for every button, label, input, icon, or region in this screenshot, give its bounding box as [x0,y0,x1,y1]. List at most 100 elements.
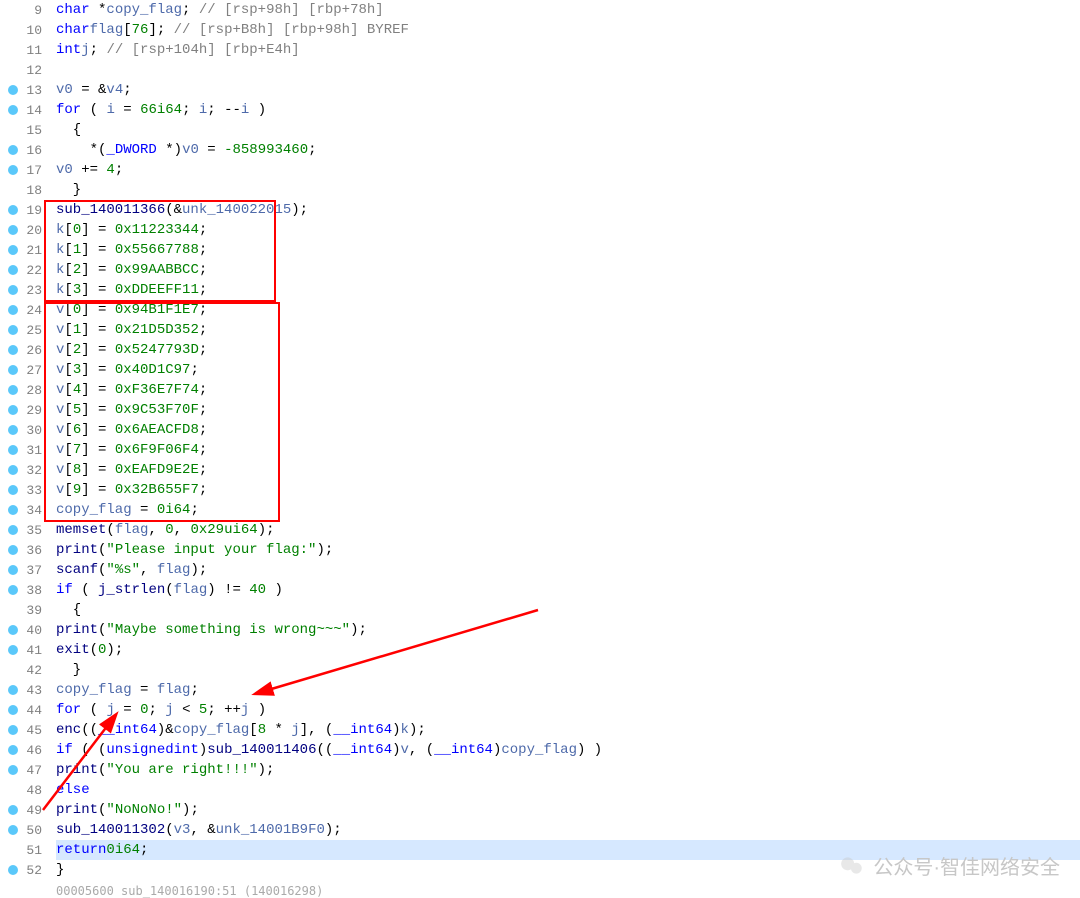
gutter-line[interactable]: 14 [0,100,48,120]
code-line[interactable]: exit(0); [56,640,1080,660]
gutter-line[interactable]: 10 [0,20,48,40]
code-line[interactable]: *(_DWORD *)v0 = -858993460; [56,140,1080,160]
gutter-line[interactable]: 28 [0,380,48,400]
breakpoint-dot[interactable] [8,425,18,435]
code-line[interactable]: copy_flag = flag; [56,680,1080,700]
code-line[interactable]: } [56,180,1080,200]
gutter-line[interactable]: 17 [0,160,48,180]
breakpoint-dot[interactable] [8,545,18,555]
breakpoint-dot[interactable] [8,625,18,635]
gutter-line[interactable]: 29 [0,400,48,420]
gutter-line[interactable]: 49 [0,800,48,820]
breakpoint-dot[interactable] [8,265,18,275]
code-line[interactable]: else [56,780,1080,800]
breakpoint-dot[interactable] [8,305,18,315]
code-line[interactable]: char flag[76]; // [rsp+B8h] [rbp+98h] BY… [56,20,1080,40]
code-line[interactable]: v[2] = 0x5247793D; [56,340,1080,360]
code-line[interactable]: print("Maybe something is wrong~~~"); [56,620,1080,640]
breakpoint-dot[interactable] [8,85,18,95]
gutter-line[interactable]: 12 [0,60,48,80]
code-line[interactable]: for ( i = 66i64; i; --i ) [56,100,1080,120]
gutter-line[interactable]: 15 [0,120,48,140]
gutter-line[interactable]: 32 [0,460,48,480]
breakpoint-dot[interactable] [8,585,18,595]
code-line[interactable]: v0 = &v4; [56,80,1080,100]
gutter-line[interactable]: 13 [0,80,48,100]
gutter-line[interactable]: 43 [0,680,48,700]
gutter-line[interactable]: 50 [0,820,48,840]
code-editor[interactable]: 9101112131415161718192021222324252627282… [0,0,1080,898]
breakpoint-dot[interactable] [8,145,18,155]
gutter-line[interactable]: 39 [0,600,48,620]
code-line[interactable]: sub_140011302(v3, &unk_14001B9F0); [56,820,1080,840]
breakpoint-dot[interactable] [8,505,18,515]
gutter-line[interactable]: 52 [0,860,48,880]
code-line[interactable]: k[3] = 0xDDEEFF11; [56,280,1080,300]
code-line[interactable]: v[6] = 0x6AEACFD8; [56,420,1080,440]
breakpoint-dot[interactable] [8,805,18,815]
gutter-line[interactable]: 48 [0,780,48,800]
gutter-line[interactable]: 11 [0,40,48,60]
gutter-line[interactable]: 25 [0,320,48,340]
breakpoint-dot[interactable] [8,825,18,835]
breakpoint-dot[interactable] [8,325,18,335]
code-line[interactable]: copy_flag = 0i64; [56,500,1080,520]
gutter-line[interactable]: 21 [0,240,48,260]
code-line[interactable]: { [56,600,1080,620]
gutter-line[interactable]: 35 [0,520,48,540]
gutter-line[interactable]: 24 [0,300,48,320]
breakpoint-dot[interactable] [8,705,18,715]
breakpoint-dot[interactable] [8,205,18,215]
gutter-line[interactable]: 19 [0,200,48,220]
code-line[interactable]: if ( j_strlen(flag) != 40 ) [56,580,1080,600]
code-line[interactable]: v[1] = 0x21D5D352; [56,320,1080,340]
breakpoint-dot[interactable] [8,745,18,755]
gutter-line[interactable]: 33 [0,480,48,500]
code-line[interactable]: v[3] = 0x40D1C97; [56,360,1080,380]
gutter-line[interactable]: 27 [0,360,48,380]
gutter-line[interactable]: 20 [0,220,48,240]
breakpoint-dot[interactable] [8,565,18,575]
gutter-line[interactable]: 23 [0,280,48,300]
code-line[interactable]: print("NoNoNo!"); [56,800,1080,820]
code-line[interactable]: v[9] = 0x32B655F7; [56,480,1080,500]
gutter-line[interactable]: 51 [0,840,48,860]
breakpoint-dot[interactable] [8,365,18,375]
breakpoint-dot[interactable] [8,105,18,115]
code-content[interactable]: char *copy_flag; // [rsp+98h] [rbp+78h] … [48,0,1080,898]
breakpoint-dot[interactable] [8,445,18,455]
code-line[interactable]: for ( j = 0; j < 5; ++j ) [56,700,1080,720]
gutter-line[interactable]: 31 [0,440,48,460]
gutter-line[interactable]: 41 [0,640,48,660]
gutter-line[interactable]: 36 [0,540,48,560]
code-line[interactable]: scanf("%s", flag); [56,560,1080,580]
gutter-line[interactable]: 46 [0,740,48,760]
breakpoint-dot[interactable] [8,765,18,775]
code-line[interactable]: print("Please input your flag:"); [56,540,1080,560]
code-line[interactable]: v[4] = 0xF36E7F74; [56,380,1080,400]
breakpoint-dot[interactable] [8,285,18,295]
code-line[interactable]: v[7] = 0x6F9F06F4; [56,440,1080,460]
gutter-line[interactable]: 44 [0,700,48,720]
gutter-line[interactable]: 22 [0,260,48,280]
code-line[interactable]: { [56,120,1080,140]
code-line[interactable]: sub_140011366(&unk_140022015); [56,200,1080,220]
gutter-line[interactable]: 26 [0,340,48,360]
code-line[interactable]: int j; // [rsp+104h] [rbp+E4h] [56,40,1080,60]
gutter-line[interactable]: 45 [0,720,48,740]
breakpoint-dot[interactable] [8,245,18,255]
code-line[interactable]: v[8] = 0xEAFD9E2E; [56,460,1080,480]
code-line[interactable]: memset(flag, 0, 0x29ui64); [56,520,1080,540]
breakpoint-dot[interactable] [8,225,18,235]
breakpoint-dot[interactable] [8,485,18,495]
code-line[interactable]: if ( (unsigned int)sub_140011406((__int6… [56,740,1080,760]
breakpoint-dot[interactable] [8,345,18,355]
code-line[interactable]: } [56,660,1080,680]
breakpoint-dot[interactable] [8,525,18,535]
gutter-line[interactable]: 18 [0,180,48,200]
gutter-line[interactable]: 37 [0,560,48,580]
breakpoint-dot[interactable] [8,865,18,875]
code-line[interactable]: k[2] = 0x99AABBCC; [56,260,1080,280]
code-line[interactable]: k[1] = 0x55667788; [56,240,1080,260]
breakpoint-dot[interactable] [8,165,18,175]
